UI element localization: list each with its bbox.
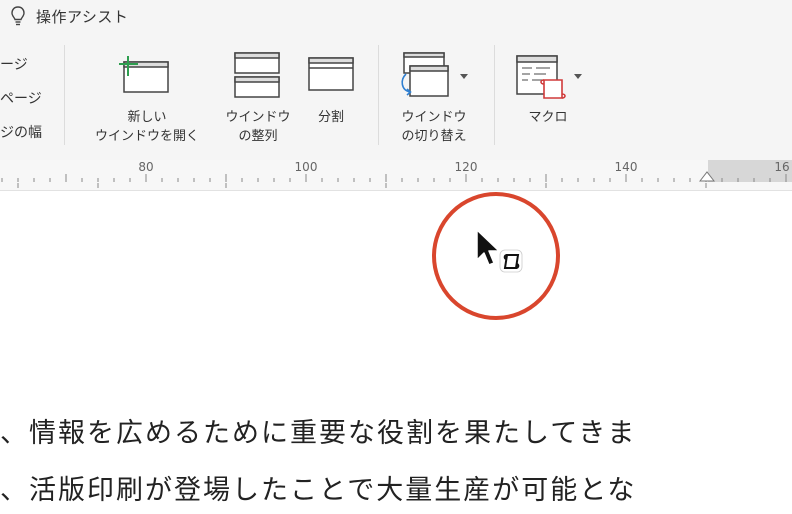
right-indent-marker-icon[interactable] bbox=[699, 170, 715, 182]
document-text-line[interactable]: 、活版印刷が登場したことで大量生産が可能とな bbox=[0, 468, 636, 507]
switch-windows-label-1: ウインドウ bbox=[401, 110, 467, 125]
new-window-label-1: 新しい bbox=[127, 110, 167, 125]
left-item-1[interactable]: ージ bbox=[0, 54, 28, 74]
ruler-label: 16 bbox=[774, 160, 790, 174]
split-icon bbox=[308, 56, 356, 98]
left-item-2[interactable]: ページ bbox=[0, 88, 42, 108]
macro-label: マクロ bbox=[528, 110, 568, 125]
document-text-line[interactable]: 、情報を広めるために重要な役割を果たしてきま bbox=[0, 411, 636, 450]
tell-me-label: 操作アシスト bbox=[36, 7, 129, 26]
lightbulb-icon bbox=[10, 5, 26, 27]
macro-icon bbox=[516, 54, 568, 106]
horizontal-ruler[interactable]: 80 100 120 140 16 bbox=[0, 160, 792, 191]
arrange-windows-label-1: ウインドウ bbox=[225, 110, 291, 125]
ribbon-separator bbox=[494, 45, 495, 145]
new-window-label-2: ウインドウを開く bbox=[94, 129, 200, 144]
chevron-down-icon bbox=[574, 74, 582, 79]
ruler-label: 80 bbox=[138, 160, 154, 174]
arrange-windows-label-2: の整列 bbox=[238, 129, 278, 144]
chevron-down-icon bbox=[460, 74, 468, 79]
ribbon: 操作アシスト ージ ページ ジの幅 新しい ウインドウを開く ウインドウ の整列… bbox=[0, 0, 792, 160]
document-page[interactable]: 、情報を広めるために重要な役割を果たしてきま 、活版印刷が登場したことで大量生産… bbox=[0, 191, 792, 514]
switch-windows-label-2: の切り替え bbox=[401, 129, 467, 144]
tell-me-box[interactable]: 操作アシスト bbox=[10, 4, 128, 28]
split-label: 分割 bbox=[317, 110, 345, 125]
ribbon-separator bbox=[378, 45, 379, 145]
ribbon-separator bbox=[64, 45, 65, 145]
ruler-label: 120 bbox=[454, 160, 478, 174]
ruler-ticks bbox=[1, 174, 787, 188]
macro-cursor-icon bbox=[474, 228, 528, 282]
ruler-label: 140 bbox=[614, 160, 638, 174]
ruler-label: 100 bbox=[294, 160, 318, 174]
arrange-windows-icon bbox=[234, 52, 282, 104]
new-window-icon bbox=[118, 54, 172, 100]
left-item-3[interactable]: ジの幅 bbox=[0, 122, 42, 142]
switch-windows-icon bbox=[398, 52, 450, 104]
